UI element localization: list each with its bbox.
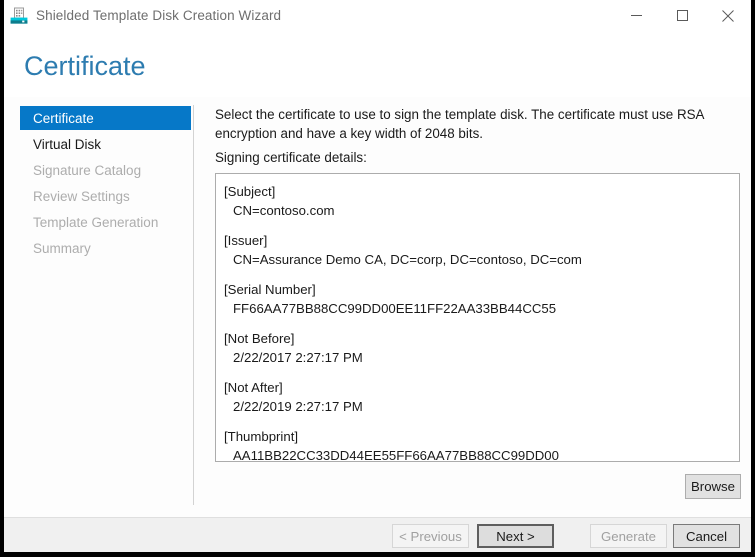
page-title: Certificate: [24, 51, 146, 82]
detail-group-issuer: [Issuer] CN=Assurance Demo CA, DC=corp, …: [216, 231, 739, 269]
sidebar-item-label: Certificate: [33, 111, 94, 126]
sidebar-item-label: Signature Catalog: [33, 163, 141, 178]
detail-group-serial-number: [Serial Number] FF66AA77BB88CC99DD00EE11…: [216, 280, 739, 318]
maximize-icon: [677, 10, 688, 21]
sidebar-item-review-settings: Review Settings: [20, 184, 191, 208]
signing-certificate-details-label: Signing certificate details:: [215, 150, 367, 165]
detail-value: AA11BB22CC33DD44EE55FF66AA77BB88CC99DD00: [216, 446, 739, 462]
title-bar: Shielded Template Disk Creation Wizard: [4, 0, 751, 31]
cancel-button[interactable]: Cancel: [673, 524, 740, 548]
instruction-text: Select the certificate to use to sign th…: [215, 105, 733, 143]
detail-group-thumbprint: [Thumbprint] AA11BB22CC33DD44EE55FF66AA7…: [216, 427, 739, 462]
certificate-details-box[interactable]: [Subject] CN=contoso.com [Issuer] CN=Ass…: [215, 173, 740, 462]
detail-label: [Thumbprint]: [216, 427, 739, 446]
detail-group-not-before: [Not Before] 2/22/2017 2:27:17 PM: [216, 329, 739, 367]
wizard-window: Shielded Template Disk Creation Wizard: [4, 0, 751, 552]
previous-button: < Previous: [392, 524, 469, 548]
detail-value: CN=contoso.com: [216, 201, 739, 220]
sidebar-item-label: Summary: [33, 241, 91, 256]
shielded-disk-icon: [10, 7, 28, 25]
sidebar-item-virtual-disk[interactable]: Virtual Disk: [20, 132, 191, 156]
detail-value: 2/22/2019 2:27:17 PM: [216, 397, 739, 416]
sidebar-item-template-generation: Template Generation: [20, 210, 191, 234]
next-button[interactable]: Next >: [477, 524, 554, 548]
detail-group-not-after: [Not After] 2/22/2019 2:27:17 PM: [216, 378, 739, 416]
minimize-icon: [631, 10, 642, 21]
content-pane: Select the certificate to use to sign th…: [193, 97, 751, 517]
close-icon: [722, 10, 734, 22]
maximize-button[interactable]: [659, 0, 705, 31]
page-header: Certificate: [4, 31, 751, 97]
detail-label: [Serial Number]: [216, 280, 739, 299]
sidebar-item-label: Virtual Disk: [33, 137, 101, 152]
wizard-steps-sidebar: Certificate Virtual Disk Signature Catal…: [4, 97, 193, 517]
window-controls: [613, 0, 751, 31]
sidebar-item-summary: Summary: [20, 236, 191, 260]
wizard-body: Certificate Virtual Disk Signature Catal…: [4, 97, 751, 517]
sidebar-item-label: Template Generation: [33, 215, 158, 230]
sidebar-item-signature-catalog: Signature Catalog: [20, 158, 191, 182]
minimize-button[interactable]: [613, 0, 659, 31]
detail-label: [Not After]: [216, 378, 739, 397]
detail-label: [Subject]: [216, 182, 739, 201]
sidebar-item-label: Review Settings: [33, 189, 130, 204]
generate-button: Generate: [590, 524, 667, 548]
detail-value: CN=Assurance Demo CA, DC=corp, DC=contos…: [216, 250, 739, 269]
sidebar-item-certificate[interactable]: Certificate: [20, 106, 191, 130]
detail-label: [Not Before]: [216, 329, 739, 348]
close-button[interactable]: [705, 0, 751, 31]
detail-label: [Issuer]: [216, 231, 739, 250]
detail-value: 2/22/2017 2:27:17 PM: [216, 348, 739, 367]
footer-button-bar: < Previous Next > Generate Cancel: [4, 517, 751, 552]
window-title: Shielded Template Disk Creation Wizard: [36, 8, 281, 23]
detail-value: FF66AA77BB88CC99DD00EE11FF22AA33BB44CC55: [216, 299, 739, 318]
browse-button[interactable]: Browse: [685, 474, 741, 499]
detail-group-subject: [Subject] CN=contoso.com: [216, 182, 739, 220]
